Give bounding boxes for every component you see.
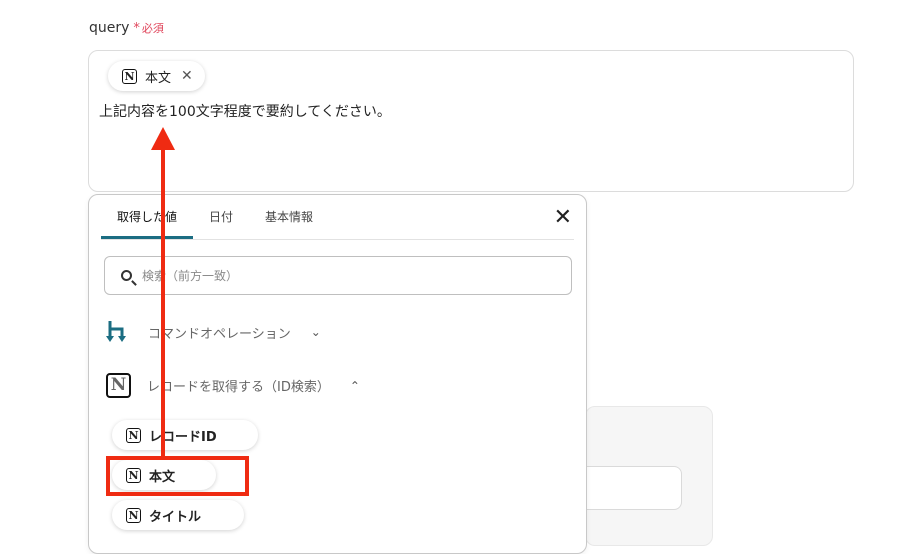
section-command-operation[interactable]: コマンドオペレーション ⌄ bbox=[106, 319, 321, 345]
item-label: レコードID bbox=[149, 429, 217, 445]
item-title[interactable]: N タイトル bbox=[112, 500, 244, 530]
search-field[interactable] bbox=[104, 256, 572, 295]
tab-date[interactable]: 日付 bbox=[193, 195, 249, 239]
section-label: レコードを取得する（ID検索） bbox=[147, 380, 330, 395]
chevron-up-icon[interactable]: ⌃ bbox=[350, 379, 360, 393]
item-record-id[interactable]: N レコードID bbox=[112, 420, 258, 450]
variable-chip-body[interactable]: N 本文 ✕ bbox=[108, 61, 205, 91]
required-badge: 必須 bbox=[141, 22, 164, 35]
section-label: コマンドオペレーション bbox=[148, 326, 291, 342]
close-icon[interactable]: ✕ bbox=[181, 68, 193, 84]
background-input bbox=[585, 466, 682, 510]
notion-icon: N bbox=[122, 68, 137, 84]
field-name: query bbox=[89, 20, 130, 36]
query-input[interactable]: N 本文 ✕ 上記内容を100文字程度で要約してください。 bbox=[88, 50, 854, 192]
section-get-record[interactable]: N レコードを取得する（ID検索） ⌃ bbox=[106, 373, 360, 398]
item-label: タイトル bbox=[149, 509, 202, 525]
variable-picker-panel: 取得した値 日付 基本情報 ✕ コマンドオペレーション ⌄ N レコードを取得す… bbox=[88, 194, 587, 554]
query-text[interactable]: 上記内容を100文字程度で要約してください。 bbox=[99, 101, 391, 121]
query-field-label: query * 必須 bbox=[89, 20, 164, 36]
search-icon bbox=[121, 270, 132, 281]
notion-icon: N bbox=[126, 507, 141, 523]
chevron-down-icon[interactable]: ⌄ bbox=[311, 325, 321, 339]
picker-tabs: 取得した値 日付 基本情報 bbox=[101, 195, 329, 239]
required-star: * bbox=[133, 21, 140, 36]
yoom-operation-icon bbox=[106, 321, 126, 342]
tabs-divider bbox=[101, 239, 574, 240]
search-input[interactable] bbox=[140, 267, 544, 284]
tab-basic-info[interactable]: 基本情報 bbox=[249, 195, 329, 239]
notion-icon: N bbox=[106, 373, 131, 398]
chip-label: 本文 bbox=[145, 70, 172, 86]
close-icon[interactable]: ✕ bbox=[554, 207, 572, 229]
annotation-highlight-box bbox=[106, 456, 249, 496]
notion-icon: N bbox=[126, 427, 141, 443]
tab-acquired-values[interactable]: 取得した値 bbox=[101, 195, 194, 239]
